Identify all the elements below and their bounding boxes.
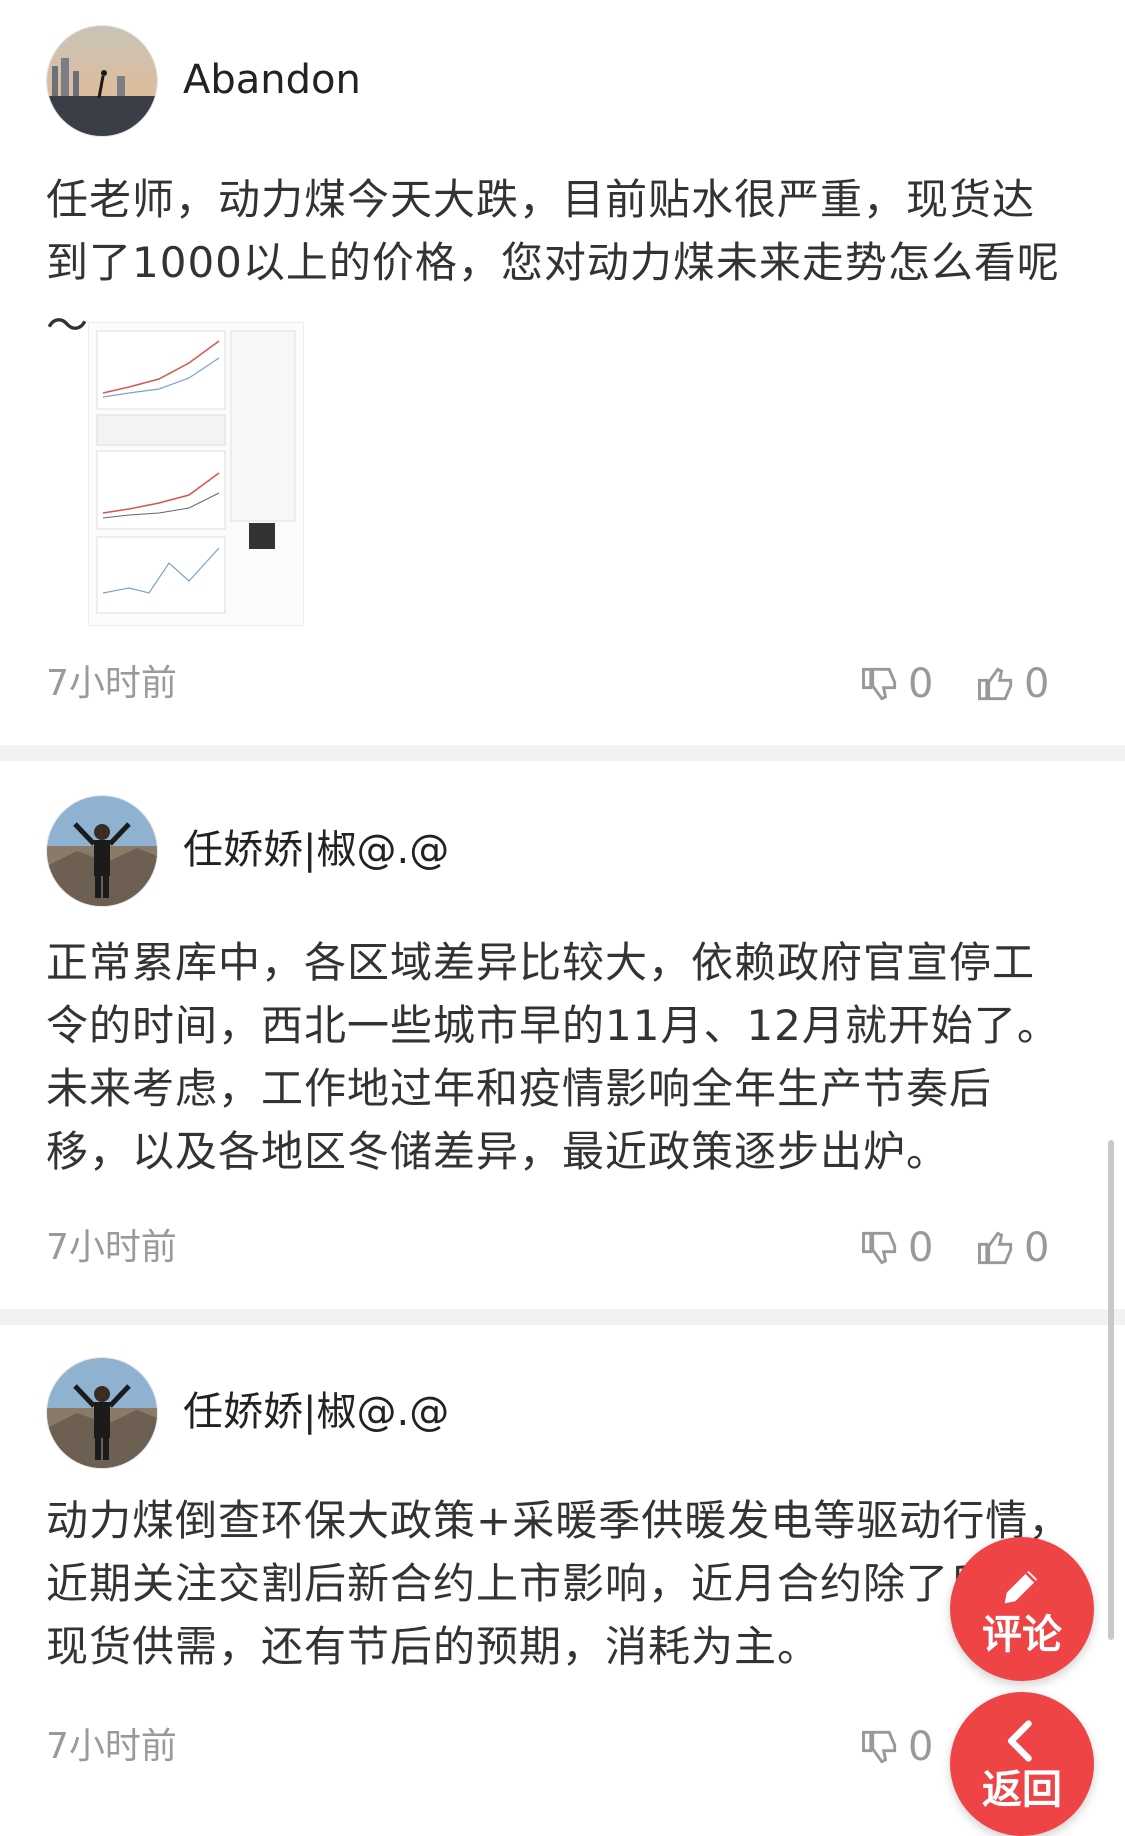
thumbs-down-icon bbox=[862, 1730, 897, 1764]
scrollbar[interactable] bbox=[1108, 1140, 1114, 1640]
username[interactable]: 任娇娇|椒@.@ bbox=[183, 1387, 449, 1437]
timestamp: 7小时前 bbox=[46, 1227, 177, 1268]
back-fab-label: 返回 bbox=[982, 1767, 1062, 1813]
dislike-button[interactable]: 0 bbox=[858, 1223, 933, 1273]
dislike-count: 0 bbox=[908, 1724, 934, 1770]
pencil-icon bbox=[1004, 1570, 1038, 1604]
like-button[interactable]: 0 bbox=[974, 659, 1049, 709]
comment-fab-button[interactable]: 评论 bbox=[950, 1537, 1094, 1681]
chevron-left-icon bbox=[1007, 1720, 1032, 1762]
thumbs-up-icon bbox=[978, 667, 1013, 701]
dislike-count: 0 bbox=[908, 1225, 934, 1271]
dislike-button[interactable]: 0 bbox=[858, 1722, 933, 1772]
dislike-button[interactable]: 0 bbox=[858, 659, 933, 709]
avatar[interactable] bbox=[46, 1357, 158, 1469]
thumbs-down-icon bbox=[862, 667, 897, 701]
back-fab-button[interactable]: 返回 bbox=[950, 1692, 1094, 1836]
divider bbox=[0, 745, 1125, 761]
username[interactable]: 任娇娇|椒@.@ bbox=[183, 825, 449, 875]
comment-card: Abandon 任老师，动力煤今天大跌，目前贴水很严重，现货达到了1000以上的… bbox=[0, 0, 1125, 745]
thumbs-up-icon bbox=[978, 1231, 1013, 1265]
comment-text: 动力煤倒查环保大政策+采暖季供暖发电等驱动行情，近期关注交割后新合约上市影响，近… bbox=[46, 1496, 1072, 1671]
like-count: 0 bbox=[1024, 1225, 1050, 1271]
like-button[interactable]: 0 bbox=[974, 1223, 1049, 1273]
comment-text: 正常累库中，各区域差异比较大，依赖政府官宣停工令的时间，西北一些城市早的11月、… bbox=[46, 938, 1060, 1176]
timestamp: 7小时前 bbox=[46, 663, 177, 704]
like-count: 0 bbox=[1024, 661, 1050, 707]
comment-fab-label: 评论 bbox=[982, 1612, 1062, 1658]
username[interactable]: Abandon bbox=[183, 55, 361, 105]
comment-card: 任娇娇|椒@.@ 正常累库中，各区域差异比较大，依赖政府官宣停工令的时间，西北一… bbox=[0, 761, 1125, 1309]
timestamp: 7小时前 bbox=[46, 1726, 177, 1767]
thumbs-down-icon bbox=[862, 1231, 897, 1265]
attachment-thumbnail[interactable] bbox=[88, 322, 304, 626]
chart-thumbnail-icon bbox=[96, 330, 296, 614]
divider bbox=[0, 1309, 1125, 1325]
avatar[interactable] bbox=[46, 795, 158, 907]
dislike-count: 0 bbox=[908, 661, 934, 707]
avatar[interactable] bbox=[46, 25, 158, 137]
